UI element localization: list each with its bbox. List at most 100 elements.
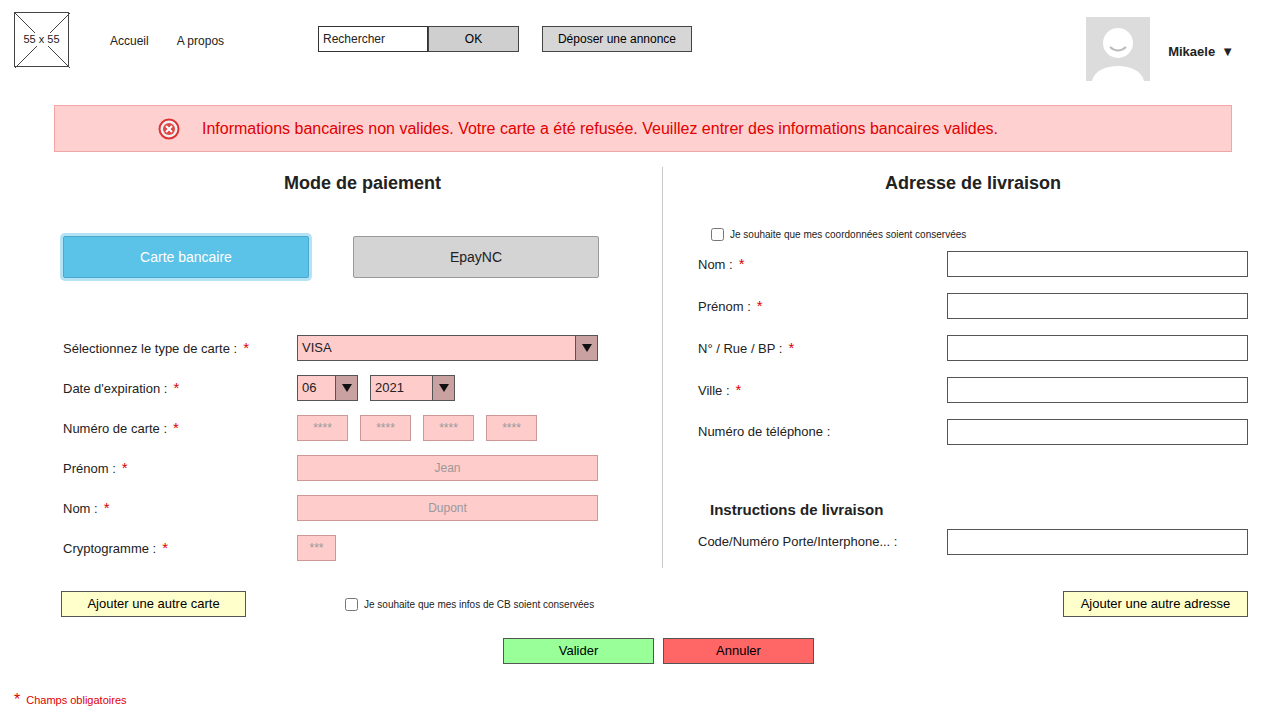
- month-select-value: 06: [302, 378, 316, 398]
- nav-link[interactable]: A propos: [177, 32, 224, 50]
- user-menu[interactable]: Mikaele ▼: [1168, 42, 1234, 62]
- user-avatar[interactable]: [1086, 17, 1150, 81]
- required-legend: * Champs obligatoires: [14, 688, 1280, 712]
- label-text: N° / Rue / BP :: [698, 341, 782, 356]
- save-card-checkbox[interactable]: [345, 598, 358, 611]
- payment-method-tab[interactable]: Carte bancaire: [63, 236, 309, 278]
- label-text: Numéro de carte :: [63, 421, 167, 436]
- nav-link[interactable]: Accueil: [110, 32, 149, 50]
- address-input[interactable]: [947, 419, 1248, 445]
- address-input[interactable]: [947, 335, 1248, 361]
- validate-button[interactable]: Valider: [503, 638, 654, 664]
- dropdown-arrow-icon[interactable]: [432, 376, 454, 400]
- label-text: Cryptogramme :: [63, 541, 156, 556]
- required-mark: *: [757, 297, 763, 314]
- field-label: Date d'expiration : *: [63, 377, 297, 400]
- required-mark: *: [736, 381, 742, 398]
- card-type-select-value: VISA: [302, 338, 332, 358]
- form-row: Numéro de téléphone :: [698, 411, 1248, 453]
- field-label: Nom :*: [698, 253, 947, 276]
- form-row: Sélectionnez le type de carte : * VISA: [63, 328, 662, 368]
- field-label: Prénom :*: [63, 457, 297, 480]
- search-bar: OK: [318, 26, 519, 52]
- user-name[interactable]: Mikaele: [1168, 42, 1215, 62]
- error-message: Informations bancaires non valides. Votr…: [202, 117, 998, 141]
- payment-methods: Carte bancaire EpayNC: [63, 236, 662, 278]
- instruction-fields: Code/Numéro Porte/Interphone... :: [698, 521, 1248, 563]
- save-address-option[interactable]: Je souhaite que mes coordonnées soient c…: [698, 225, 1248, 243]
- field-label: Nom : *: [63, 497, 297, 520]
- save-card-option[interactable]: Je souhaite que mes infos de CB soient c…: [345, 597, 594, 612]
- required-mark: *: [104, 499, 110, 516]
- form-row: Code/Numéro Porte/Interphone... :: [698, 521, 1248, 563]
- address-input[interactable]: [947, 293, 1248, 319]
- add-address-button[interactable]: Ajouter une autre adresse: [1063, 591, 1248, 617]
- card-number-input[interactable]: [423, 415, 474, 441]
- label-text: Nom :: [698, 257, 733, 272]
- required-mark: *: [162, 539, 168, 556]
- address-section: Adresse de livraisonJe souhaite que mes …: [663, 167, 1248, 568]
- label-text: Ville :: [698, 383, 730, 398]
- label-text: Code/Numéro Porte/Interphone... :: [698, 534, 897, 549]
- address-input[interactable]: [947, 529, 1248, 555]
- required-mark: *: [173, 419, 179, 436]
- search-input[interactable]: [318, 26, 428, 52]
- required-mark: *: [243, 339, 249, 356]
- label-text: Date d'expiration :: [63, 381, 167, 396]
- month-select[interactable]: 06: [297, 375, 358, 401]
- form-row: Prénom : *: [698, 285, 1248, 327]
- form-row: Nom :*: [698, 243, 1248, 285]
- search-button[interactable]: OK: [428, 26, 519, 52]
- required-mark: *: [788, 339, 794, 356]
- field-label: Sélectionnez le type de carte : *: [63, 337, 297, 360]
- name-input[interactable]: [297, 455, 598, 481]
- dropdown-arrow-icon[interactable]: [335, 376, 357, 400]
- address-input[interactable]: [947, 251, 1248, 277]
- error-icon: [158, 118, 180, 140]
- label-text: Sélectionnez le type de carte :: [63, 341, 237, 356]
- label-text: Nom :: [63, 501, 98, 516]
- name-input[interactable]: [297, 495, 598, 521]
- logo[interactable]: 55 x 55: [14, 12, 69, 67]
- logo-text: 55 x 55: [22, 33, 60, 45]
- dropdown-arrow-icon[interactable]: [575, 336, 597, 360]
- page-header: 55 x 55 Accueil A propos OK Déposer une anno…: [0, 0, 1280, 105]
- form-row: Prénom :*: [63, 448, 662, 488]
- save-card-label: Je souhaite que mes infos de CB soient c…: [364, 597, 594, 612]
- form-row: Numéro de carte : *: [63, 408, 662, 448]
- card-number-input[interactable]: [486, 415, 537, 441]
- card-type-select[interactable]: VISA: [297, 335, 598, 361]
- card-number-input[interactable]: [297, 415, 348, 441]
- payment-section: Mode de paiementCarte bancaireEpayNCSéle…: [54, 167, 663, 568]
- form-row: N° / Rue / BP : *: [698, 327, 1248, 369]
- field-label: Prénom : *: [698, 295, 947, 318]
- card-number-input[interactable]: [360, 415, 411, 441]
- payment-method-tab[interactable]: EpayNC: [353, 236, 599, 278]
- expiry-date: 06 2021: [297, 375, 455, 401]
- instructions-title: Instructions de livraison: [710, 499, 1248, 521]
- required-mark: *: [122, 459, 128, 476]
- card-number: [297, 415, 537, 441]
- add-card-button[interactable]: Ajouter une autre carte: [61, 591, 246, 617]
- cancel-button[interactable]: Annuler: [663, 638, 814, 664]
- avatar-icon: [1086, 17, 1150, 81]
- required-mark: *: [173, 379, 179, 396]
- extra-options: Ajouter une autre carte Je souhaite que m…: [0, 591, 1280, 617]
- legend-text: Champs obligatoires: [26, 692, 126, 709]
- save-address-checkbox[interactable]: [711, 228, 724, 241]
- address-input[interactable]: [947, 377, 1248, 403]
- year-select[interactable]: 2021: [370, 375, 455, 401]
- field-label: Code/Numéro Porte/Interphone... :: [698, 532, 947, 552]
- field-label: Cryptogramme : *: [63, 537, 297, 560]
- form-row: Ville : *: [698, 369, 1248, 411]
- card-fields: Sélectionnez le type de carte :*VISADate…: [63, 328, 662, 568]
- form-row: Date d'expiration : * 06 2021: [63, 368, 662, 408]
- cvv-input[interactable]: [297, 535, 336, 561]
- post-ad-button[interactable]: Déposer une annonce: [542, 26, 692, 52]
- field-label: Numéro de carte : *: [63, 417, 297, 440]
- address-fields: Nom :*Prénom :*N° / Rue / BP :*Ville :*N…: [698, 243, 1248, 453]
- dropdown-caret[interactable]: ▼: [1221, 42, 1234, 62]
- form-actions: Valider Annuler: [0, 638, 1280, 664]
- label-text: Prénom :: [698, 299, 751, 314]
- legend-mark: *: [14, 688, 20, 712]
